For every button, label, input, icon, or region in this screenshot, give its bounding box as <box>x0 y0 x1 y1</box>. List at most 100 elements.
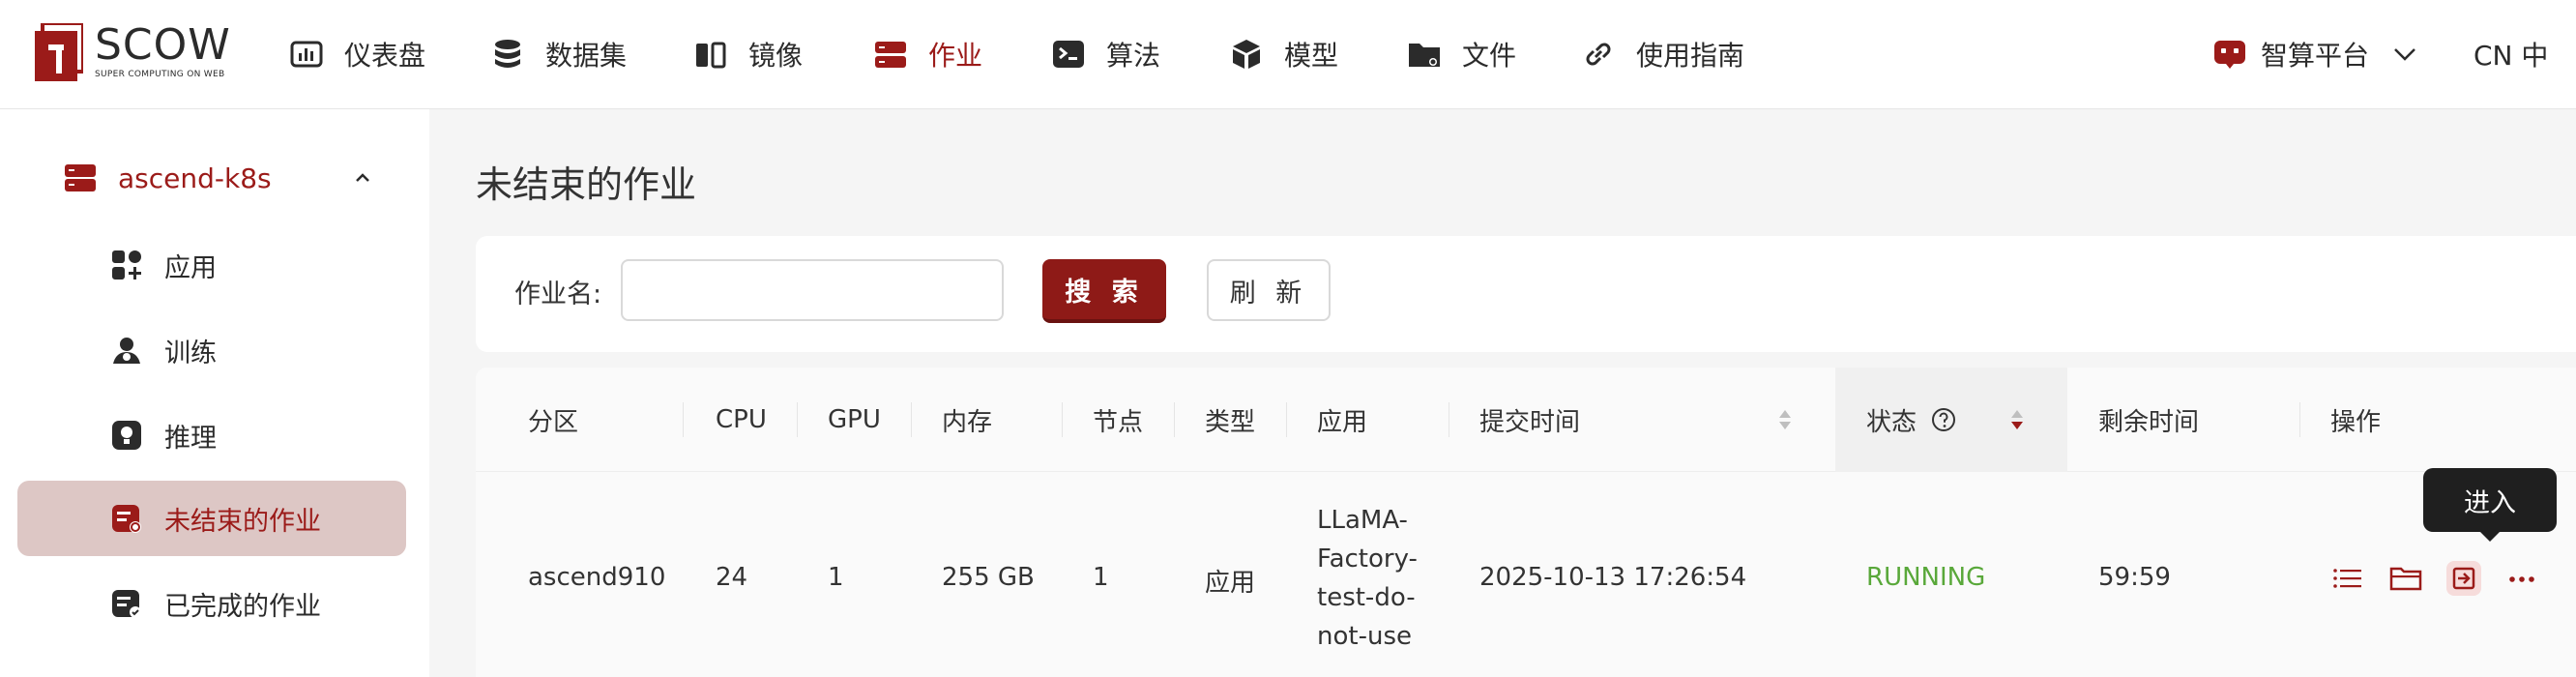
sidebar-item-label: 未结束的作业 <box>164 506 321 537</box>
refresh-button[interactable]: 刷 新 <box>1207 259 1331 321</box>
server-icon <box>65 164 96 191</box>
nav-label: 模型 <box>1284 40 1339 72</box>
top-header: SCOW SUPER COMPUTING ON WEB 仪表盘 数据集 镜像 作… <box>0 0 2576 109</box>
column-header-actions: 操作 <box>2330 407 2382 437</box>
folder-open-icon[interactable] <box>2388 561 2423 596</box>
cell-type: 应用 <box>1205 569 1256 598</box>
sidebar-group-cluster[interactable]: ascend-k8s <box>17 144 406 212</box>
sidebar-item-label: 训练 <box>164 338 217 368</box>
column-divider <box>1174 402 1175 437</box>
column-header-label: 提交时间 <box>1479 407 1581 437</box>
column-header-memory: 内存 <box>942 407 993 437</box>
column-header-gpu: GPU <box>828 405 881 434</box>
folder-icon <box>1409 44 1440 67</box>
chevron-up-icon <box>356 173 369 182</box>
scow-logo-mark <box>35 23 83 81</box>
cell-app: LLaMA- Factory- test-do- not-use <box>1317 501 1418 656</box>
column-divider <box>1286 402 1287 437</box>
nav-label: 数据集 <box>545 40 628 72</box>
status-badge: RUNNING <box>1866 563 1986 592</box>
sidebar-item-running-jobs[interactable]: 未结束的作业 <box>17 481 406 556</box>
nav-datasets[interactable]: 数据集 <box>491 0 627 108</box>
robot-icon <box>2214 41 2245 69</box>
column-divider <box>911 402 912 437</box>
column-header-cpu: CPU <box>716 405 767 434</box>
cell-cpu: 24 <box>716 563 748 592</box>
cell-partition: ascend910 <box>528 563 666 592</box>
running-jobs-icon <box>112 505 141 533</box>
sidebar-item-label: 推理 <box>164 423 217 454</box>
table-row: ascend910 24 1 255 GB 1 应用 LLaMA- Factor… <box>476 472 2576 677</box>
nav-label: 文件 <box>1462 40 1517 72</box>
inference-icon <box>112 421 141 450</box>
brand-name: SCOW <box>95 20 231 70</box>
cell-app-line: LLaMA- <box>1317 506 1408 535</box>
cell-app-line: not-use <box>1317 622 1412 651</box>
column-header-app: 应用 <box>1317 407 1368 437</box>
link-icon <box>1586 43 1611 66</box>
column-divider <box>797 402 798 437</box>
more-icon[interactable] <box>2504 561 2539 596</box>
nav-label: 算法 <box>1106 40 1161 72</box>
cell-gpu: 1 <box>828 563 844 592</box>
nav-images[interactable]: 镜像 <box>694 0 803 108</box>
nav-label: 镜像 <box>748 40 804 72</box>
nav-jobs[interactable]: 作业 <box>874 0 982 108</box>
nav-guide[interactable]: 使用指南 <box>1582 0 1744 108</box>
column-header-type: 类型 <box>1205 407 1256 437</box>
sidebar-item-label: 应用 <box>164 252 217 283</box>
cell-memory: 255 GB <box>942 563 1035 592</box>
column-header-remaining: 剩余时间 <box>2098 407 2200 437</box>
sidebar-item-inference[interactable]: 推理 <box>17 397 406 473</box>
job-name-label: 作业名: <box>514 280 602 309</box>
column-divider <box>683 402 684 437</box>
job-name-input[interactable] <box>621 259 1004 321</box>
column-header-nodes: 节点 <box>1093 407 1144 437</box>
language-switcher[interactable]: CN 中 <box>2474 0 2548 108</box>
nav-label: 仪表盘 <box>344 40 426 72</box>
list-icon[interactable] <box>2330 561 2365 596</box>
page-title: 未结束的作业 <box>476 163 697 206</box>
nav-models[interactable]: 模型 <box>1230 0 1338 108</box>
search-button[interactable]: 搜 索 <box>1042 259 1166 323</box>
enter-tooltip: 进入 <box>2423 468 2557 542</box>
server-job-icon <box>875 42 906 68</box>
column-divider <box>2299 402 2300 437</box>
nav-label: 作业 <box>928 40 983 72</box>
scow-logo[interactable]: SCOW SUPER COMPUTING ON WEB <box>35 21 238 85</box>
cell-remaining: 59:59 <box>2098 563 2171 592</box>
platform-name: 智算平台 <box>2261 40 2370 72</box>
brand-tagline: SUPER COMPUTING ON WEB <box>95 70 225 79</box>
terminal-icon <box>1053 41 1084 68</box>
sidebar: ascend-k8s 应用 训练 推理 未结束的作业 已完成的作业 <box>0 109 429 677</box>
nav-label: 使用指南 <box>1636 40 1745 72</box>
enter-icon[interactable] <box>2446 561 2481 596</box>
database-icon <box>495 40 520 68</box>
sidebar-group-label: ascend-k8s <box>118 162 272 194</box>
sort-icon <box>2011 410 2023 429</box>
search-bar: 作业名: 搜 索 刷 新 <box>476 236 2576 352</box>
jobs-table: 分区 CPU GPU 内存 节点 类型 应用 提交时间 状态 剩余时间 操作 a… <box>476 368 2576 677</box>
column-header-status[interactable]: 状态 <box>1866 368 2060 472</box>
dashboard-icon <box>290 41 323 68</box>
sidebar-item-apps[interactable]: 应用 <box>17 227 406 303</box>
column-header-label: 状态 <box>1866 407 1917 437</box>
nav-dashboard[interactable]: 仪表盘 <box>290 0 425 108</box>
chevron-down-icon <box>2394 48 2415 61</box>
platform-switcher[interactable]: 智算平台 <box>2212 0 2419 108</box>
sidebar-item-training[interactable]: 训练 <box>17 312 406 388</box>
apps-icon <box>112 250 141 280</box>
nav-files[interactable]: 文件 <box>1408 0 1516 108</box>
cell-submit-time: 2025-10-13 17:26:54 <box>1479 563 1747 592</box>
nav-algorithms[interactable]: 算法 <box>1052 0 1160 108</box>
image-icon <box>696 42 726 69</box>
help-icon[interactable] <box>1930 406 1957 433</box>
column-header-partition: 分区 <box>528 407 579 437</box>
column-divider <box>1062 402 1063 437</box>
column-header-submit-time[interactable]: 提交时间 <box>1479 368 1808 472</box>
cell-nodes: 1 <box>1093 563 1109 592</box>
sidebar-item-finished-jobs[interactable]: 已完成的作业 <box>17 566 406 641</box>
cell-app-line: Factory- <box>1317 545 1418 574</box>
sidebar-item-label: 已完成的作业 <box>164 591 321 622</box>
train-icon <box>113 338 140 364</box>
